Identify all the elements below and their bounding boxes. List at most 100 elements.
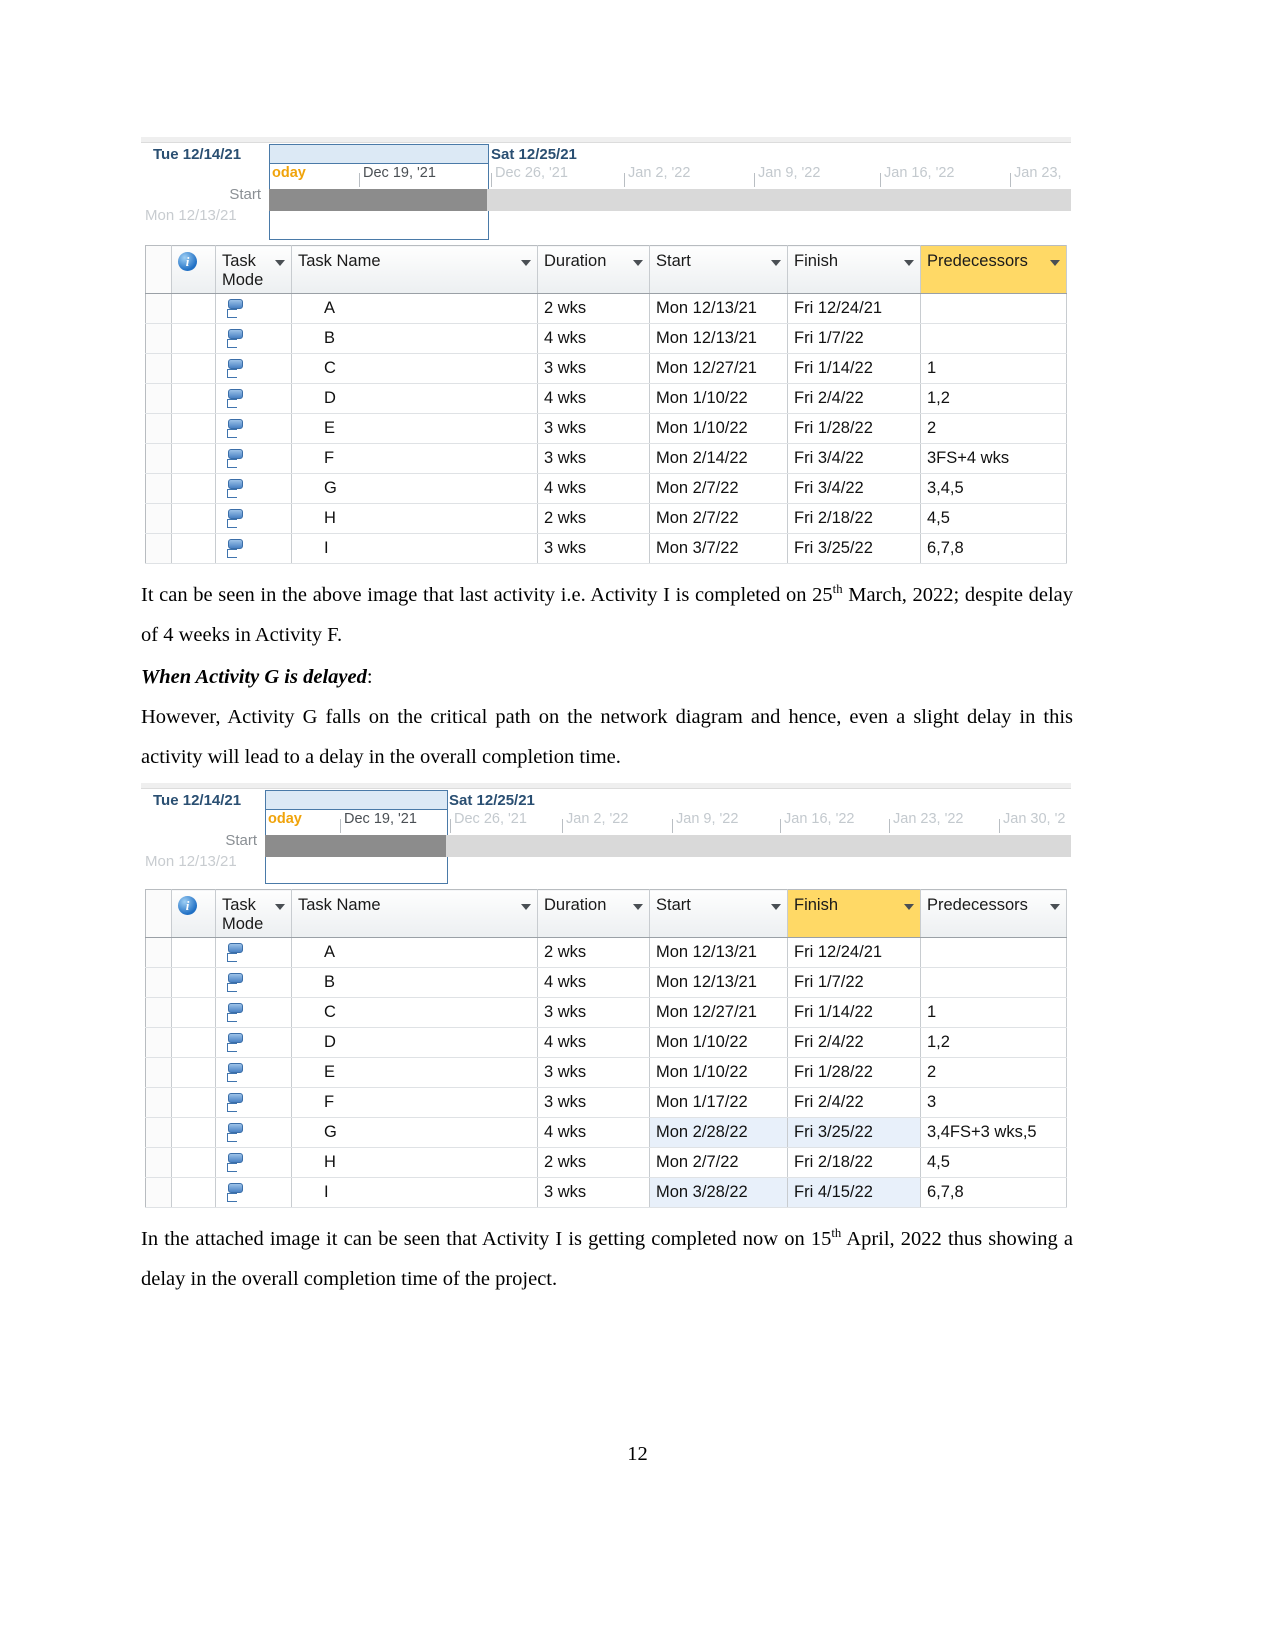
start-cell[interactable]: Mon 12/27/21: [649, 353, 788, 384]
finish-cell[interactable]: Fri 2/4/22: [787, 383, 921, 414]
task-table-1[interactable]: i Task Mode Task Name Duration Start Fin…: [145, 245, 1067, 564]
duration-cell[interactable]: 4 wks: [537, 967, 650, 998]
task-name-cell[interactable]: B: [291, 323, 538, 354]
finish-header[interactable]: Finish: [787, 889, 921, 938]
predecessors-cell[interactable]: 1: [920, 997, 1067, 1028]
start-cell[interactable]: Mon 3/28/22: [649, 1177, 788, 1208]
duration-cell[interactable]: 3 wks: [537, 1177, 650, 1208]
task-name-cell[interactable]: F: [291, 1087, 538, 1118]
start-cell[interactable]: Mon 12/13/21: [649, 937, 788, 968]
start-cell[interactable]: Mon 1/10/22: [649, 1057, 788, 1088]
table-row[interactable]: I3 wks Mon 3/7/22 Fri 3/25/22 6,7,8: [145, 533, 1067, 564]
finish-cell[interactable]: Fri 1/7/22: [787, 967, 921, 998]
predecessors-cell[interactable]: [920, 937, 1067, 968]
task-mode-cell[interactable]: [215, 413, 292, 444]
table-row[interactable]: H2 wks Mon 2/7/22 Fri 2/18/22 4,5: [145, 1147, 1067, 1178]
task-mode-cell[interactable]: [215, 443, 292, 474]
predecessors-cell[interactable]: 1: [920, 353, 1067, 384]
table-row-selected[interactable]: I3 wks Mon 3/28/22 Fri 4/15/22 6,7,8: [145, 1177, 1067, 1208]
task-name-cell[interactable]: G: [291, 473, 538, 504]
predecessors-cell[interactable]: 4,5: [920, 503, 1067, 534]
task-mode-cell[interactable]: [215, 967, 292, 998]
predecessors-header[interactable]: Predecessors: [920, 889, 1067, 938]
task-mode-cell[interactable]: [215, 1147, 292, 1178]
finish-cell[interactable]: Fri 2/4/22: [787, 1087, 921, 1118]
finish-cell[interactable]: Fri 1/28/22: [787, 1057, 921, 1088]
predecessors-cell[interactable]: 3FS+4 wks: [920, 443, 1067, 474]
start-cell[interactable]: Mon 2/7/22: [649, 473, 788, 504]
finish-header[interactable]: Finish: [787, 245, 921, 294]
duration-cell[interactable]: 3 wks: [537, 997, 650, 1028]
duration-cell[interactable]: 2 wks: [537, 293, 650, 324]
task-table-2[interactable]: i Task Mode Task Name Duration Start Fin…: [145, 889, 1067, 1208]
duration-cell[interactable]: 2 wks: [537, 503, 650, 534]
task-name-header[interactable]: Task Name: [291, 245, 538, 294]
duration-cell[interactable]: 3 wks: [537, 1057, 650, 1088]
chevron-down-icon[interactable]: [275, 904, 285, 910]
task-mode-cell[interactable]: [215, 533, 292, 564]
predecessors-cell[interactable]: 1,2: [920, 383, 1067, 414]
table-row-selected[interactable]: G4 wks Mon 2/28/22 Fri 3/25/22 3,4FS+3 wks,…: [145, 1117, 1067, 1148]
task-name-cell[interactable]: D: [291, 1027, 538, 1058]
task-name-cell[interactable]: E: [291, 413, 538, 444]
start-cell[interactable]: Mon 2/28/22: [649, 1117, 788, 1148]
task-mode-cell[interactable]: [215, 503, 292, 534]
start-cell[interactable]: Mon 1/17/22: [649, 1087, 788, 1118]
finish-cell[interactable]: Fri 2/18/22: [787, 1147, 921, 1178]
predecessors-cell[interactable]: [920, 323, 1067, 354]
table-row[interactable]: C3 wks Mon 12/27/21 Fri 1/14/22 1: [145, 997, 1067, 1028]
chevron-down-icon[interactable]: [275, 260, 285, 266]
start-cell[interactable]: Mon 12/13/21: [649, 293, 788, 324]
start-cell[interactable]: Mon 12/27/21: [649, 997, 788, 1028]
task-name-cell[interactable]: A: [291, 937, 538, 968]
duration-cell[interactable]: 4 wks: [537, 323, 650, 354]
chevron-down-icon[interactable]: [1050, 260, 1060, 266]
task-name-cell[interactable]: A: [291, 293, 538, 324]
duration-cell[interactable]: 4 wks: [537, 1027, 650, 1058]
chevron-down-icon[interactable]: [1050, 904, 1060, 910]
predecessors-cell[interactable]: 3,4FS+3 wks,5: [920, 1117, 1067, 1148]
finish-cell[interactable]: Fri 1/14/22: [787, 997, 921, 1028]
duration-cell[interactable]: 2 wks: [537, 1147, 650, 1178]
task-name-cell[interactable]: B: [291, 967, 538, 998]
finish-cell[interactable]: Fri 1/14/22: [787, 353, 921, 384]
chevron-down-icon[interactable]: [633, 260, 643, 266]
chevron-down-icon[interactable]: [904, 260, 914, 266]
chevron-down-icon[interactable]: [904, 904, 914, 910]
duration-header[interactable]: Duration: [537, 889, 650, 938]
predecessors-cell[interactable]: [920, 967, 1067, 998]
task-name-cell[interactable]: F: [291, 443, 538, 474]
task-name-cell[interactable]: D: [291, 383, 538, 414]
chevron-down-icon[interactable]: [771, 904, 781, 910]
task-name-cell[interactable]: G: [291, 1117, 538, 1148]
table-row[interactable]: D4 wks Mon 1/10/22 Fri 2/4/22 1,2: [145, 383, 1067, 414]
task-mode-header[interactable]: Task Mode: [215, 245, 292, 294]
duration-cell[interactable]: 3 wks: [537, 443, 650, 474]
predecessors-cell[interactable]: 6,7,8: [920, 533, 1067, 564]
predecessors-cell[interactable]: 2: [920, 413, 1067, 444]
duration-cell[interactable]: 3 wks: [537, 533, 650, 564]
task-name-cell[interactable]: C: [291, 353, 538, 384]
predecessors-header[interactable]: Predecessors: [920, 245, 1067, 294]
table-row[interactable]: F3 wks Mon 2/14/22 Fri 3/4/22 3FS+4 wks: [145, 443, 1067, 474]
predecessors-cell[interactable]: 3: [920, 1087, 1067, 1118]
start-header[interactable]: Start: [649, 889, 788, 938]
task-mode-cell[interactable]: [215, 997, 292, 1028]
table-row[interactable]: E3 wks Mon 1/10/22 Fri 1/28/22 2: [145, 413, 1067, 444]
start-cell[interactable]: Mon 2/7/22: [649, 503, 788, 534]
table-row[interactable]: B4 wks Mon 12/13/21 Fri 1/7/22: [145, 323, 1067, 354]
finish-cell[interactable]: Fri 4/15/22: [787, 1177, 921, 1208]
duration-cell[interactable]: 3 wks: [537, 1087, 650, 1118]
duration-cell[interactable]: 4 wks: [537, 383, 650, 414]
task-mode-cell[interactable]: [215, 323, 292, 354]
task-mode-cell[interactable]: [215, 937, 292, 968]
finish-cell[interactable]: Fri 3/25/22: [787, 533, 921, 564]
task-mode-cell[interactable]: [215, 353, 292, 384]
chevron-down-icon[interactable]: [521, 904, 531, 910]
predecessors-cell[interactable]: 6,7,8: [920, 1177, 1067, 1208]
finish-cell[interactable]: Fri 1/28/22: [787, 413, 921, 444]
chevron-down-icon[interactable]: [771, 260, 781, 266]
task-name-cell[interactable]: I: [291, 533, 538, 564]
finish-cell[interactable]: Fri 12/24/21: [787, 937, 921, 968]
duration-header[interactable]: Duration: [537, 245, 650, 294]
